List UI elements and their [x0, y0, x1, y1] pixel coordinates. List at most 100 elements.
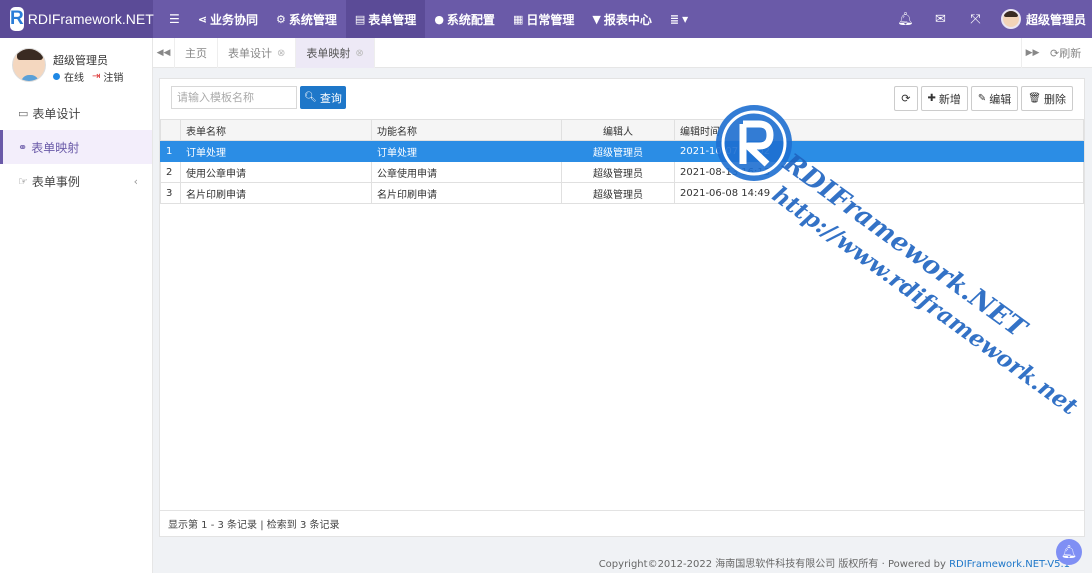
add-button[interactable]: ✚ 新增	[920, 86, 968, 111]
form-icon: ▭	[18, 106, 29, 120]
search-icon: 🔍︎	[304, 92, 317, 103]
row-index: 3	[160, 182, 181, 204]
nav-item-business[interactable]: ⋖ 业务协同	[189, 0, 267, 38]
refresh-icon: ⟳	[901, 92, 911, 105]
table-row[interactable]: 2 使用公章申请 公章使用申请 超级管理员 2021-08-13 16:13	[160, 161, 1084, 183]
sidebar-item-form-mapping[interactable]: ⚭ 表单映射	[0, 130, 152, 164]
floating-bell-icon[interactable]: 🔔︎	[1056, 539, 1082, 565]
table-header-row: 表单名称 功能名称 编辑人 编辑时间	[160, 119, 1084, 141]
top-right-tools: 🔔︎ ✉ ⤧ 超级管理员	[888, 0, 1092, 38]
bars-icon: ☰	[169, 12, 180, 26]
brand-name: RDIFramework.NET	[27, 11, 154, 27]
envelope-icon[interactable]: ✉	[923, 12, 958, 27]
column-header-function-name[interactable]: 功能名称	[371, 119, 562, 141]
hand-pointer-icon: ☞	[18, 174, 28, 188]
tabs-bar: ◀◀ 主页 表单设计 ⊗ 表单映射 ⊗ ▶▶ ⟳ 刷新	[153, 38, 1092, 68]
status-text: 在线	[64, 73, 84, 84]
reload-button[interactable]: ⟳	[894, 86, 918, 111]
cell-edit-time: 2021-08-13 16:13	[674, 161, 1084, 183]
menu-toggle-button[interactable]: ☰	[160, 0, 189, 38]
main-nav: ☰ ⋖ 业务协同 ⚙ 系统管理 ▤ 表单管理 ● 系统配置 ▦ 日常管理 ▼ 报表中心 ≣ ▾	[160, 0, 697, 38]
close-icon[interactable]: ⊗	[355, 48, 363, 59]
user-menu[interactable]: 超级管理员	[993, 9, 1092, 29]
action-toolbar: ⟳ ✚ 新增 ✎ 编辑 🗑︎ 删除	[891, 86, 1073, 111]
brand[interactable]: R RDIFramework.NET	[0, 0, 154, 38]
circle-icon: ●	[434, 12, 444, 26]
tab-scroll-left-button[interactable]: ◀◀	[153, 38, 175, 68]
bell-icon[interactable]: 🔔︎	[888, 12, 923, 27]
user-profile: 超级管理员 在线 ⇥ 注销	[0, 38, 152, 96]
table-row[interactable]: 1 订单处理 订单处理 超级管理员 2021-10-07 17:02	[160, 140, 1084, 162]
nav-item-more[interactable]: ≣ ▾	[661, 0, 697, 38]
list-icon: ≣	[669, 12, 680, 26]
cell-editor: 超级管理员	[561, 161, 675, 183]
cell-editor: 超级管理员	[561, 140, 675, 162]
row-index: 2	[160, 161, 181, 183]
form-mapping-table: 表单名称 功能名称 编辑人 编辑时间 1 订单处理 订单处理 超级管理员 202…	[160, 119, 1084, 204]
link-icon: ⚭	[18, 140, 28, 154]
trash-icon: 🗑︎	[1028, 93, 1041, 104]
share-icon: ⋖	[197, 12, 207, 26]
logout-icon[interactable]: ⇥	[92, 71, 100, 82]
profile-status: 在线 ⇥ 注销	[53, 69, 123, 84]
refresh-button[interactable]: ⟳ 刷新	[1050, 38, 1081, 68]
cell-edit-time: 2021-10-07 17:02	[674, 140, 1084, 162]
content-panel: 🔍︎ 查询 ⟳ ✚新增 ✎编辑 🗑︎删除 表单名称 功能名称 编辑人 编辑时间 …	[159, 78, 1085, 537]
cell-function-name: 订单处理	[371, 140, 562, 162]
column-header-index	[160, 119, 181, 141]
double-left-icon: ◀◀	[156, 48, 171, 58]
tab-scroll-right-button[interactable]: ▶▶	[1021, 38, 1043, 68]
row-index: 1	[160, 140, 181, 162]
double-right-icon: ▶▶	[1025, 48, 1040, 58]
cell-function-name: 公章使用申请	[371, 161, 562, 183]
cell-editor: 超级管理员	[561, 182, 675, 204]
column-header-editor[interactable]: 编辑人	[561, 119, 675, 141]
profile-name: 超级管理员	[53, 54, 108, 67]
nav-item-daily[interactable]: ▦ 日常管理	[504, 0, 583, 38]
edit-icon: ✎	[977, 93, 987, 104]
copyright: Copyright©2012-2022 海南国思软件科技有限公司 版权所有 · …	[599, 555, 1070, 570]
cell-form-name: 名片印刷申请	[180, 182, 372, 204]
table-row[interactable]: 3 名片印刷申请 名片印刷申请 超级管理员 2021-06-08 14:49	[160, 182, 1084, 204]
plus-icon: ✚	[927, 93, 936, 104]
form-icon: ▤	[354, 12, 366, 26]
user-name: 超级管理员	[1025, 12, 1086, 27]
nav-item-config[interactable]: ● 系统配置	[425, 0, 504, 38]
tab-home[interactable]: 主页	[175, 38, 218, 68]
nav-item-form-management[interactable]: ▤ 表单管理	[345, 0, 426, 38]
nav-item-system[interactable]: ⚙ 系统管理	[267, 0, 346, 38]
avatar	[12, 48, 46, 82]
cell-form-name: 使用公章申请	[180, 161, 372, 183]
avatar	[1000, 9, 1021, 29]
top-navbar: R RDIFramework.NET ☰ ⋖ 业务协同 ⚙ 系统管理 ▤ 表单管理 ●…	[0, 0, 1092, 38]
logout-link[interactable]: 注销	[103, 69, 123, 84]
calendar-icon: ▦	[512, 12, 524, 26]
page-tabs: 主页 表单设计 ⊗ 表单映射 ⊗	[175, 38, 375, 68]
delete-button[interactable]: 🗑︎ 删除	[1021, 86, 1073, 111]
sidebar-item-form-design[interactable]: ▭ 表单设计	[0, 96, 152, 130]
cell-edit-time: 2021-06-08 14:49	[674, 182, 1084, 204]
pagination-info: 显示第 1 - 3 条记录 | 检索到 3 条记录	[160, 510, 1084, 536]
close-icon[interactable]: ⊗	[277, 48, 285, 59]
tab-form-mapping[interactable]: 表单映射 ⊗	[296, 38, 375, 68]
search-input[interactable]	[171, 86, 297, 109]
cell-form-name: 订单处理	[180, 140, 372, 162]
sidebar: 超级管理员 在线 ⇥ 注销 ▭ 表单设计 ⚭ 表单映射 ☞ 表单事例 ‹	[0, 38, 153, 573]
refresh-icon: ⟳	[1050, 46, 1060, 60]
cell-function-name: 名片印刷申请	[371, 182, 562, 204]
cogs-icon: ⚙	[276, 12, 286, 26]
column-header-form-name[interactable]: 表单名称	[180, 119, 372, 141]
sidebar-item-form-examples[interactable]: ☞ 表单事例 ‹	[0, 164, 152, 198]
copyright-text: Copyright©2012-2022 海南国思软件科技有限公司 版权所有 · …	[598, 559, 950, 570]
filter-icon: ▼	[592, 12, 601, 26]
query-button[interactable]: 🔍︎ 查询	[300, 86, 346, 109]
brand-logo: R	[10, 7, 24, 31]
powered-by-link[interactable]: RDIFramework.NET-V5.1	[949, 559, 1070, 570]
edit-button[interactable]: ✎ 编辑	[970, 86, 1019, 111]
chevron-left-icon: ‹	[133, 174, 138, 188]
nav-item-reports[interactable]: ▼ 报表中心	[583, 0, 660, 38]
column-header-edit-time[interactable]: 编辑时间	[674, 119, 1084, 141]
online-dot-icon	[53, 73, 60, 80]
fullscreen-icon[interactable]: ⤧	[958, 12, 993, 27]
tab-form-design[interactable]: 表单设计 ⊗	[218, 38, 297, 68]
